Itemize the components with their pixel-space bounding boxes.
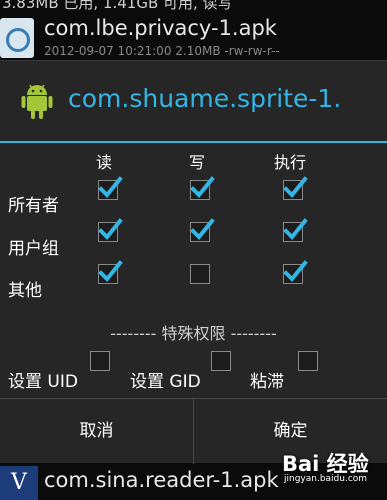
row-others-label: 其他 xyxy=(8,281,42,301)
setuid-label: 设置 UID xyxy=(8,372,78,392)
watermark-url: jingyan.baidu.com xyxy=(284,474,368,484)
permissions-dialog: com.shuame.sprite-1. 读 写 执行 所有者 用户组 其他 -… xyxy=(0,60,387,464)
others-write-checkbox[interactable] xyxy=(190,264,210,284)
setgid-label: 设置 GID xyxy=(130,372,201,392)
special-permissions-heading: -------- 特殊权限 -------- xyxy=(110,324,277,343)
checkmark-icon xyxy=(283,176,308,198)
sticky-checkbox[interactable] xyxy=(298,351,318,371)
checkmark-icon xyxy=(98,218,123,240)
setuid-checkbox[interactable] xyxy=(90,351,110,371)
row-group-label: 用户组 xyxy=(8,239,59,259)
checkmark-icon xyxy=(283,218,308,240)
dialog-header: com.shuame.sprite-1. xyxy=(0,61,387,141)
storage-status-text: 3.83MB 已用, 1.41GB 可用, 读写 xyxy=(2,0,233,12)
checkmark-icon xyxy=(98,260,123,282)
checkmark-icon xyxy=(190,218,215,240)
others-execute-checkbox[interactable] xyxy=(283,260,308,284)
file-name[interactable]: com.lbe.privacy-1.apk xyxy=(44,16,277,40)
column-write: 写 xyxy=(189,153,206,172)
column-execute: 执行 xyxy=(274,153,307,172)
sticky-label: 粘滞 xyxy=(250,372,284,392)
row-owner-label: 所有者 xyxy=(8,196,59,216)
dialog-title: com.shuame.sprite-1. xyxy=(68,84,342,113)
owner-execute-checkbox[interactable] xyxy=(283,176,308,200)
android-icon xyxy=(21,84,53,119)
checkmark-icon xyxy=(283,260,308,282)
file-name[interactable]: com.sina.reader-1.apk xyxy=(44,468,279,492)
file-details: 2012-09-07 10:21:00 2.10MB -rw-rw-r-- xyxy=(44,44,280,58)
others-read-checkbox[interactable] xyxy=(98,260,123,284)
background-file-list-top: 3.83MB 已用, 1.41GB 可用, 读写 com.lbe.privacy… xyxy=(0,0,387,60)
privacy-app-icon xyxy=(0,18,34,58)
column-read: 读 xyxy=(96,153,113,172)
title-divider xyxy=(0,141,387,143)
owner-write-checkbox[interactable] xyxy=(190,176,215,200)
setgid-checkbox[interactable] xyxy=(211,351,231,371)
cancel-button[interactable]: 取消 xyxy=(0,399,193,464)
checkmark-icon xyxy=(98,176,123,198)
group-execute-checkbox[interactable] xyxy=(283,218,308,242)
group-write-checkbox[interactable] xyxy=(190,218,215,242)
group-read-checkbox[interactable] xyxy=(98,218,123,242)
sina-reader-icon: V xyxy=(0,466,38,500)
owner-read-checkbox[interactable] xyxy=(98,176,123,200)
baidu-jingyan-watermark: Bai 经验 jingyan.baidu.com xyxy=(282,448,387,488)
checkmark-icon xyxy=(190,176,215,198)
